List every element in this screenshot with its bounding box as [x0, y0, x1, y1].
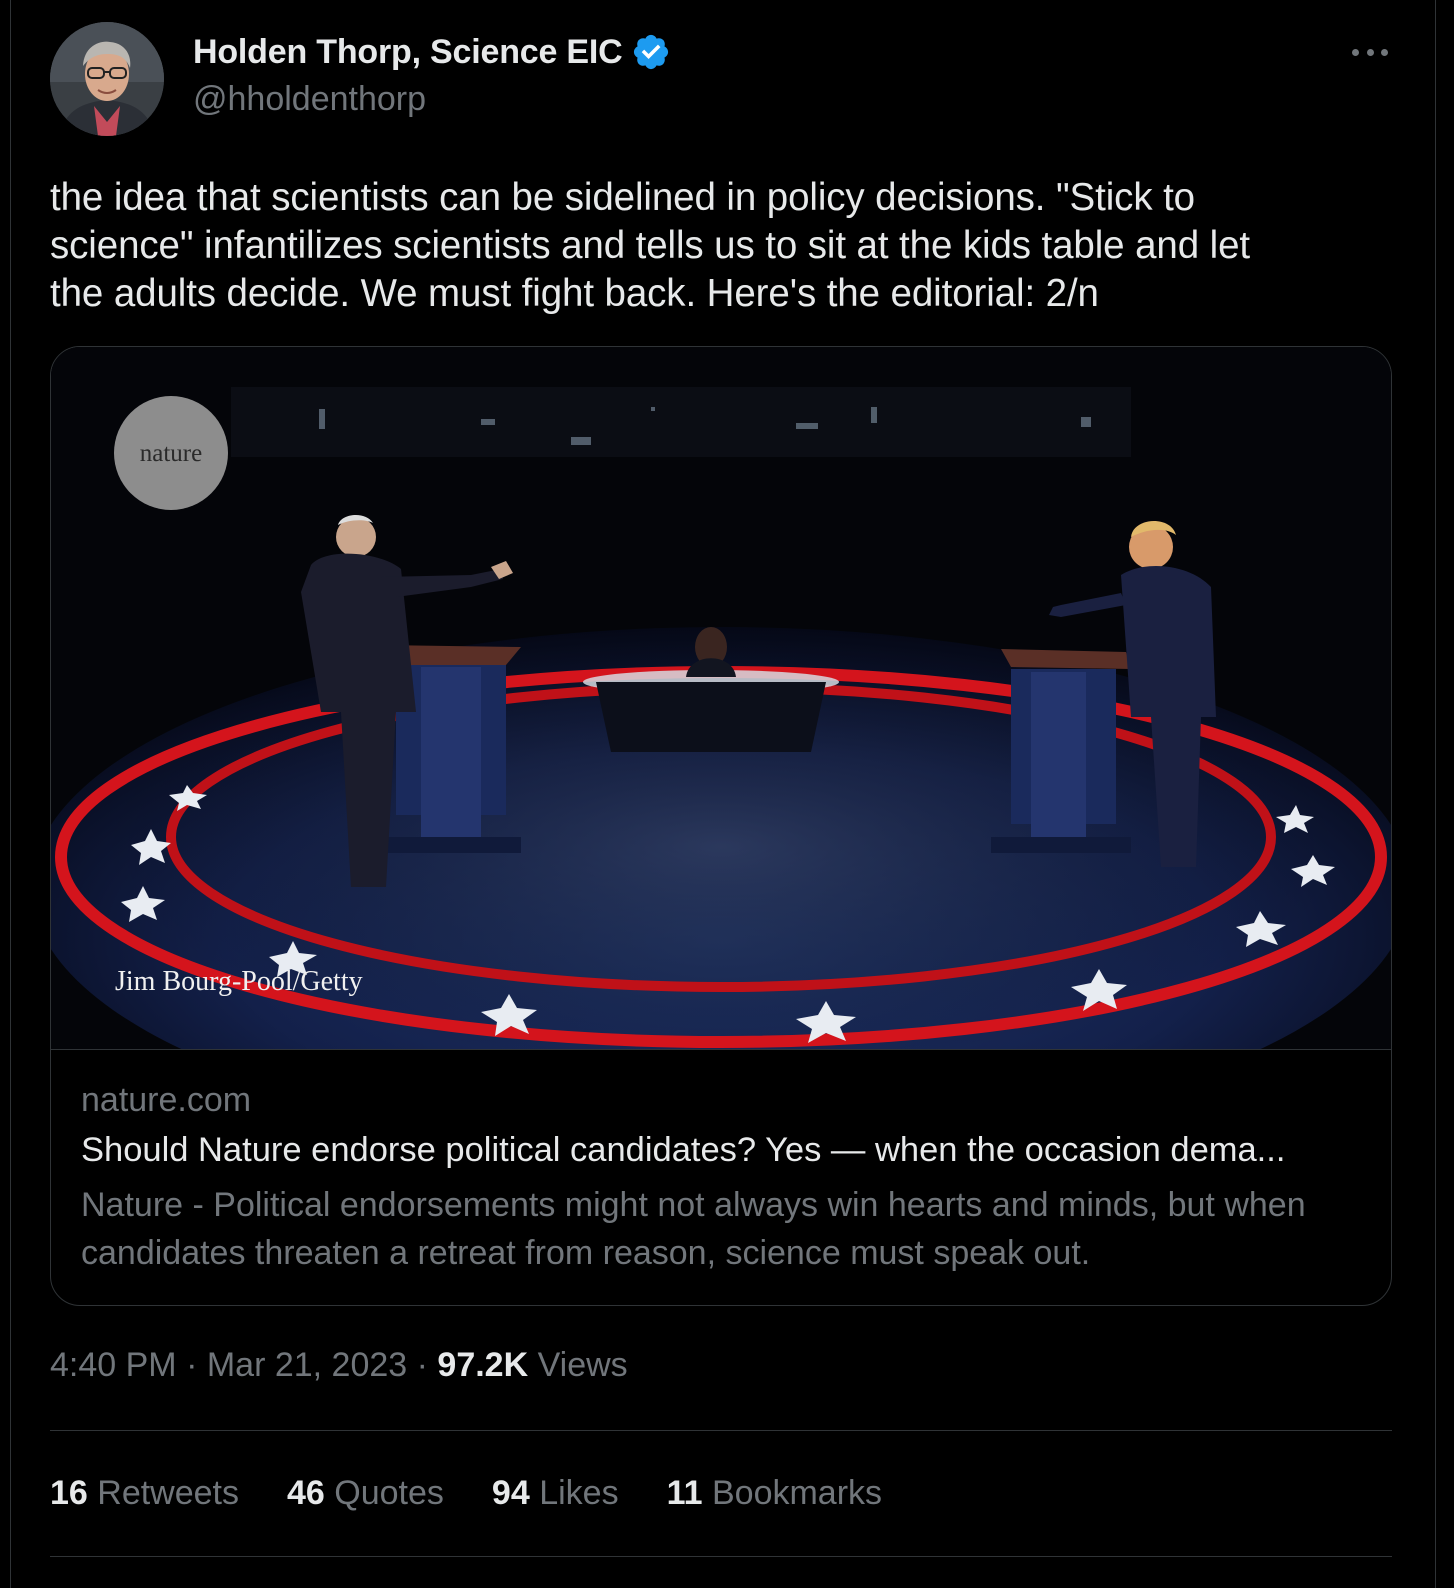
quotes-stat[interactable]: 46 Quotes	[287, 1474, 444, 1513]
quotes-label: Quotes	[324, 1474, 444, 1512]
tweet-date[interactable]: Mar 21, 2023	[207, 1346, 407, 1384]
author-name[interactable]: Holden Thorp, Science EIC	[193, 33, 623, 72]
more-dot	[1352, 48, 1359, 56]
more-dot	[1381, 48, 1388, 56]
bookmarks-stat[interactable]: 11 Bookmarks	[667, 1474, 882, 1513]
bookmarks-count: 11	[666, 1474, 703, 1512]
views-count[interactable]: 97.2K	[437, 1346, 528, 1384]
meta-separator: ·	[176, 1346, 207, 1384]
tweet-meta: 4:40 PM · Mar 21, 2023 · 97.2K Views	[50, 1346, 628, 1385]
more-dot	[1366, 48, 1374, 56]
divider	[50, 1556, 1392, 1557]
more-horizontal-icon[interactable]	[1352, 40, 1388, 64]
card-domain: nature.com	[81, 1081, 252, 1119]
divider	[50, 1430, 1392, 1431]
likes-stat[interactable]: 94 Likes	[492, 1474, 619, 1513]
debate-stage-photo: nature Jim Bourg-Pool/Getty	[51, 347, 1391, 1049]
likes-count: 94	[491, 1474, 530, 1512]
svg-text:nature: nature	[140, 440, 202, 467]
bookmarks-label: Bookmarks	[702, 1474, 883, 1512]
avatar-portrait	[50, 22, 164, 136]
tweet-time[interactable]: 4:40 PM	[50, 1346, 177, 1384]
tweet-text: the idea that scientists can be sideline…	[50, 176, 1250, 315]
engagement-stats: 16 Retweets 46 Quotes 94 Likes 11 Bookma…	[50, 1474, 882, 1513]
retweets-label: Retweets	[87, 1474, 240, 1512]
card-description: Nature - Political endorsements might no…	[81, 1186, 1306, 1272]
link-card[interactable]: nature Jim Bourg-Pool/Getty nature.com S…	[50, 346, 1392, 1306]
retweets-stat[interactable]: 16 Retweets	[50, 1474, 239, 1513]
author-name-row[interactable]: Holden Thorp, Science EIC	[193, 32, 671, 72]
views-label[interactable]: Views	[528, 1346, 628, 1384]
image-credit: Jim Bourg-Pool/Getty	[115, 966, 363, 997]
nature-logo: nature	[114, 396, 228, 510]
meta-separator: ·	[407, 1346, 438, 1384]
likes-label: Likes	[529, 1474, 619, 1512]
retweets-count: 16	[50, 1474, 88, 1512]
card-image[interactable]: nature Jim Bourg-Pool/Getty	[51, 347, 1391, 1049]
author-handle[interactable]: @hholdenthorp	[193, 80, 426, 119]
card-title: Should Nature endorse political candidat…	[81, 1131, 1286, 1169]
verified-badge-icon	[631, 32, 671, 72]
avatar[interactable]	[50, 22, 164, 136]
quotes-count: 46	[287, 1474, 325, 1512]
card-divider	[51, 1049, 1391, 1050]
